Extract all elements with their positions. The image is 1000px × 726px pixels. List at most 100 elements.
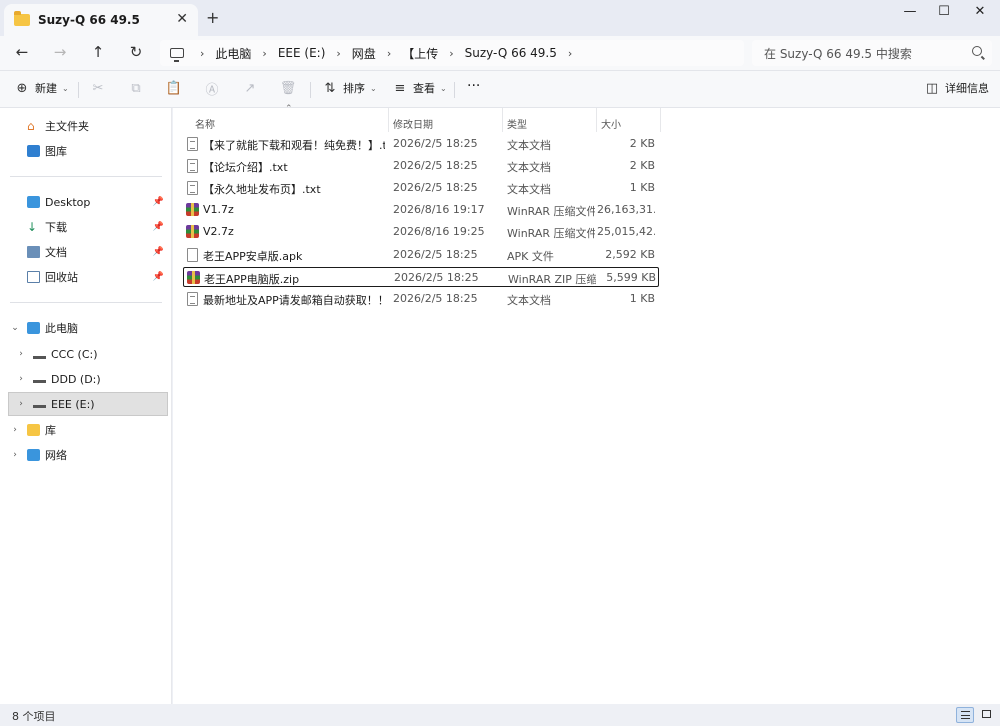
- file-type: 文本文档: [507, 183, 551, 196]
- address-bar[interactable]: › 此电脑 › EEE (E:) › 网盘 › 【上传 › Suzy-Q 66 …: [160, 40, 744, 66]
- back-button[interactable]: ←: [10, 43, 34, 63]
- file-type: 文本文档: [507, 294, 551, 307]
- divider: [78, 82, 79, 98]
- pin-icon[interactable]: 📌: [153, 197, 164, 207]
- close-window-button[interactable]: ✕: [965, 4, 995, 24]
- refresh-button[interactable]: ↻: [124, 43, 148, 63]
- breadcrumb-drive-e[interactable]: EEE (E:): [271, 46, 333, 60]
- chevron-right-icon[interactable]: ›: [10, 425, 20, 435]
- paste-icon[interactable]: 📋: [166, 80, 182, 96]
- chevron-right-icon: ›: [262, 46, 267, 60]
- recycle-bin-icon: [27, 271, 40, 283]
- plus-circle-icon: ⊕: [16, 80, 28, 96]
- home-icon: ⌂: [27, 119, 35, 133]
- column-divider[interactable]: [660, 108, 661, 132]
- pin-icon[interactable]: 📌: [153, 247, 164, 257]
- details-pane-icon: ◫: [925, 80, 939, 96]
- file-row[interactable]: 【论坛介绍】.txt 2026/2/5 18:25 文本文档 2 KB: [183, 156, 659, 176]
- column-header-date[interactable]: 修改日期: [393, 112, 433, 134]
- copy-icon[interactable]: ⧉: [128, 80, 144, 96]
- breadcrumb-upload[interactable]: 【上传: [395, 45, 445, 62]
- file-row-focused[interactable]: 老王APP电脑版.zip 2026/2/5 18:25 WinRAR ZIP 压…: [183, 267, 659, 287]
- chevron-down-icon: ⌄: [62, 83, 69, 93]
- drive-icon: [33, 375, 46, 383]
- column-divider[interactable]: [596, 108, 597, 132]
- sidebar-item-label: 回收站: [45, 271, 78, 284]
- tiles-view-button[interactable]: [978, 707, 996, 723]
- file-name: 【永久地址发布页】.txt: [203, 183, 321, 196]
- maximize-button[interactable]: ☐: [929, 4, 959, 24]
- details-view-button[interactable]: [956, 707, 974, 723]
- sidebar-item-drive-d[interactable]: › DDD (D:): [8, 367, 168, 391]
- sidebar-item-desktop[interactable]: Desktop 📌: [8, 190, 168, 214]
- search-input[interactable]: 在 Suzy-Q 66 49.5 中搜索: [752, 40, 992, 66]
- chevron-down-icon: ⌄: [370, 83, 377, 93]
- gallery-icon: [27, 145, 40, 157]
- column-header-type[interactable]: 类型: [507, 112, 527, 134]
- column-divider[interactable]: [502, 108, 503, 132]
- system-drive-icon: [33, 350, 46, 359]
- sidebar-item-gallery[interactable]: 图库: [8, 139, 168, 163]
- file-name: 老王APP安卓版.apk: [203, 250, 303, 263]
- file-row[interactable]: 最新地址及APP请发邮箱自动获取！！！.... 2026/2/5 18:25 文…: [183, 289, 659, 309]
- file-row[interactable]: V1.7z 2026/8/16 19:17 WinRAR 压缩文件 26,163…: [183, 200, 659, 220]
- file-row[interactable]: V2.7z 2026/8/16 19:25 WinRAR 压缩文件 25,015…: [183, 222, 659, 242]
- cut-icon[interactable]: ✂: [90, 80, 106, 96]
- chevron-right-icon[interactable]: ›: [16, 349, 26, 359]
- sidebar-item-recycle-bin[interactable]: 回收站 📌: [8, 265, 168, 289]
- sidebar-item-label: 文档: [45, 246, 67, 259]
- chevron-down-icon[interactable]: ⌄: [10, 323, 20, 333]
- file-date: 2026/2/5 18:25: [393, 137, 478, 150]
- view-button[interactable]: ≡ 查看 ⌄: [392, 80, 447, 96]
- minimize-button[interactable]: —: [895, 4, 925, 24]
- navigation-pane: ⌂ 主文件夹 图库 Desktop 📌 ↓ 下载 📌 文档 📌 回收站 📌 ⌄ …: [0, 108, 172, 704]
- new-label: 新建: [35, 82, 57, 95]
- more-options-button[interactable]: ···: [467, 78, 480, 94]
- delete-icon[interactable]: 🗑: [280, 80, 297, 96]
- sidebar-item-network[interactable]: › 网络: [8, 443, 168, 467]
- sidebar-item-drive-e[interactable]: › EEE (E:): [8, 392, 168, 416]
- breadcrumb-netdisk[interactable]: 网盘: [345, 45, 383, 62]
- breadcrumb-this-pc[interactable]: 此电脑: [208, 45, 258, 62]
- sidebar-item-this-pc[interactable]: ⌄ 此电脑: [8, 316, 168, 340]
- file-name: 最新地址及APP请发邮箱自动获取！！！....: [203, 294, 385, 307]
- winrar-icon: [186, 225, 199, 238]
- file-row[interactable]: 老王APP安卓版.apk 2026/2/5 18:25 APK 文件 2,592…: [183, 245, 659, 265]
- sidebar-item-documents[interactable]: 文档 📌: [8, 240, 168, 264]
- item-count: 8 个项目: [12, 710, 56, 723]
- tab-current-folder[interactable]: Suzy-Q 66 49.5 ✕: [4, 4, 198, 36]
- file-row[interactable]: 【来了就能下载和观看！纯免费！】.txt 2026/2/5 18:25 文本文档…: [183, 134, 659, 154]
- file-row[interactable]: 【永久地址发布页】.txt 2026/2/5 18:25 文本文档 1 KB: [183, 178, 659, 198]
- chevron-right-icon[interactable]: ›: [10, 450, 20, 460]
- share-icon[interactable]: ↗: [242, 80, 258, 96]
- sort-button[interactable]: ⇅ 排序 ⌄: [322, 80, 377, 96]
- view-label: 查看: [413, 82, 435, 95]
- details-view-icon: [961, 711, 970, 719]
- forward-button[interactable]: →: [48, 43, 72, 63]
- column-header-name[interactable]: 名称: [195, 112, 215, 134]
- sidebar-item-libraries[interactable]: › 库: [8, 418, 168, 442]
- sidebar-item-label: DDD (D:): [51, 372, 101, 386]
- sidebar-item-downloads[interactable]: ↓ 下载 📌: [8, 215, 168, 239]
- column-header-size[interactable]: 大小: [601, 112, 621, 134]
- up-button[interactable]: ↑: [86, 43, 110, 63]
- pin-icon[interactable]: 📌: [153, 272, 164, 282]
- chevron-right-icon[interactable]: ›: [16, 399, 26, 409]
- sidebar-item-drive-c[interactable]: › CCC (C:): [8, 342, 168, 366]
- pin-icon[interactable]: 📌: [153, 222, 164, 232]
- file-date: 2026/2/5 18:25: [393, 181, 478, 194]
- rename-icon[interactable]: Ⓐ: [204, 80, 220, 98]
- chevron-right-icon: ›: [336, 46, 341, 60]
- sidebar-item-home[interactable]: ⌂ 主文件夹: [8, 114, 168, 138]
- winrar-icon: [187, 271, 200, 284]
- close-tab-button[interactable]: ✕: [176, 11, 188, 27]
- file-type: 文本文档: [507, 139, 551, 152]
- new-button[interactable]: ⊕ 新建 ⌄: [14, 80, 69, 96]
- column-divider[interactable]: [388, 108, 389, 132]
- chevron-right-icon[interactable]: ›: [16, 374, 26, 384]
- text-file-icon: [187, 137, 198, 151]
- new-tab-button[interactable]: +: [206, 8, 219, 27]
- details-pane-button[interactable]: ◫ 详细信息: [924, 80, 989, 96]
- breadcrumb-current[interactable]: Suzy-Q 66 49.5: [458, 46, 564, 60]
- chevron-right-icon[interactable]: ›: [564, 47, 576, 60]
